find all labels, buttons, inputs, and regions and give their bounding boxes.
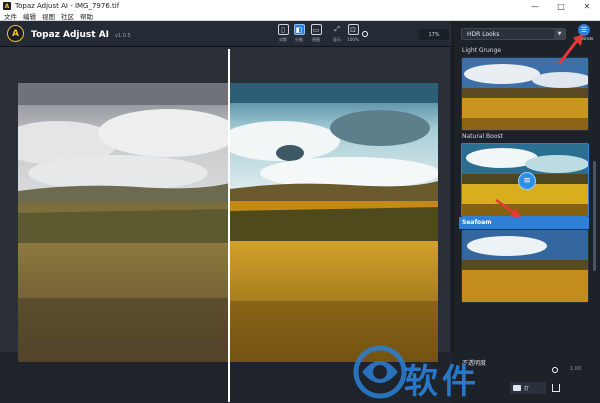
watermark-text: 软件	[404, 362, 480, 402]
after-image	[230, 83, 438, 362]
image-canvas[interactable]	[0, 47, 450, 362]
single-view-icon: ▯	[277, 24, 289, 35]
original-view-button[interactable]: ▭ 原图	[309, 24, 323, 44]
looks-scrollbar[interactable]	[593, 161, 596, 271]
before-image	[18, 83, 230, 362]
split-view-button[interactable]: ◧ 分割	[292, 24, 306, 44]
menu-edit[interactable]: 编辑	[23, 11, 36, 21]
zoom-level[interactable]: 17%	[419, 29, 449, 40]
minimize-button[interactable]: —	[522, 0, 548, 12]
maximize-button[interactable]: □	[548, 0, 574, 12]
menu-view[interactable]: 视图	[42, 11, 55, 21]
single-view-button[interactable]: ▯ 对照	[276, 24, 290, 44]
look-thumbnail[interactable]	[461, 229, 589, 303]
preset-category-value: HDR Looks	[467, 30, 500, 38]
export-button[interactable]	[552, 382, 596, 394]
menu-help[interactable]: 帮助	[80, 11, 93, 21]
look-thumbnail-seafoam[interactable]: ≡	[461, 143, 589, 217]
crop-circle-icon[interactable]	[362, 31, 368, 37]
look-thumbnail-natural-boost[interactable]	[461, 57, 589, 131]
split-divider-handle[interactable]	[228, 49, 230, 402]
menu-community[interactable]: 社区	[61, 11, 74, 21]
look-label-selected: Seafoam	[459, 217, 589, 229]
topaz-logo-icon: A	[7, 25, 24, 42]
looks-list: Light Grunge Natural Boost ≡ Seafoam	[459, 45, 589, 303]
preset-category-select[interactable]: HDR Looks ▼	[461, 28, 566, 40]
adjust-sliders-icon[interactable]: ≡	[518, 172, 536, 190]
window-title: Topaz Adjust AI - IMG_7976.tif	[15, 2, 120, 10]
menu-file[interactable]: 文件	[4, 11, 17, 21]
app-name: Topaz Adjust AI	[31, 30, 110, 40]
actual-size-button[interactable]: ⊡ 100%	[346, 24, 360, 44]
look-label: Natural Boost	[462, 133, 503, 140]
annotation-arrow-seafoam	[495, 198, 521, 218]
app-version: v1.0.5	[115, 33, 131, 39]
original-icon: ▭	[310, 24, 322, 35]
annotation-arrow-controls	[557, 34, 583, 65]
menu-bar: 文件 编辑 视图 社区 帮助	[0, 12, 600, 21]
split-view-icon: ◧	[293, 24, 305, 35]
close-button[interactable]: ✕	[574, 0, 600, 12]
opacity-value: 1.00	[570, 366, 582, 372]
app-icon: A	[3, 2, 11, 10]
window-controls: — □ ✕	[522, 0, 600, 12]
fit-icon: ⤢	[334, 25, 340, 33]
fit-button[interactable]: ⤢ 显示	[330, 24, 344, 44]
actual-size-icon: ⊡	[347, 24, 359, 35]
